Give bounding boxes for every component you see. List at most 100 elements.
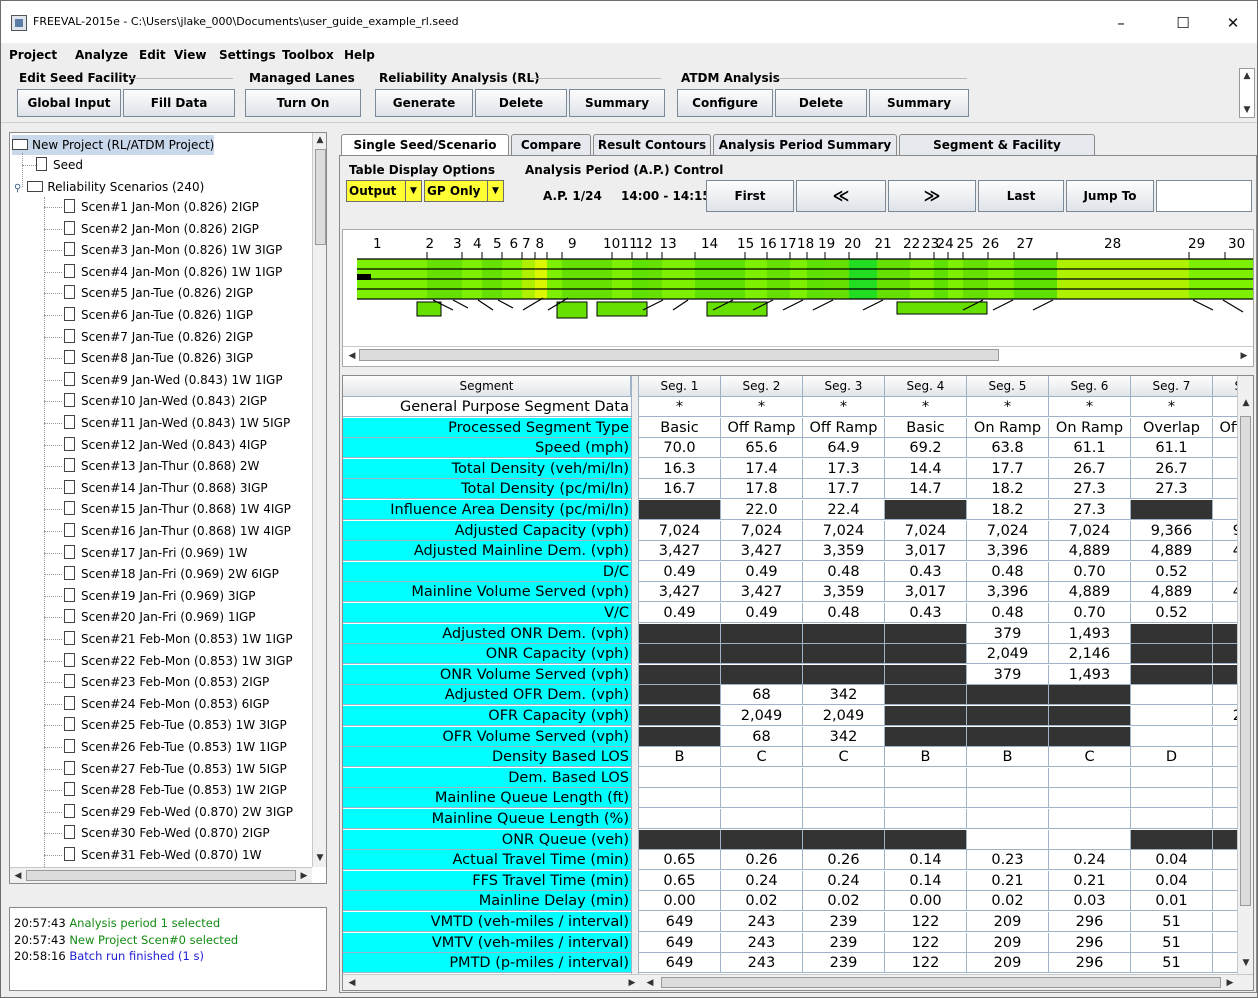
scroll-thumb[interactable] [26,870,296,881]
scroll-down-icon[interactable]: ▼ [1240,103,1254,117]
rl-delete-button[interactable]: Delete [475,89,567,117]
table-cell[interactable]: 61.1 [1131,438,1213,459]
table-cell[interactable]: 122 [885,912,967,932]
table-cell[interactable]: 17.7 [803,479,885,500]
table-cell[interactable] [1131,685,1213,706]
column-header[interactable]: Seg. 1 [639,376,721,397]
table-cell-na[interactable] [639,644,721,665]
scroll-thumb[interactable] [1240,416,1251,906]
table-cell[interactable]: * [967,397,1049,417]
tree-item-scenario[interactable]: Scen#28 Feb-Tue (0.853) 1W 2IGP [64,780,287,800]
table-cell-na[interactable] [639,829,721,850]
table-cell[interactable]: 7,024 [885,520,967,541]
table-cell[interactable]: 0.00 [639,891,721,912]
table-cell[interactable]: 3,427 [639,541,721,562]
table-cell[interactable]: 26.7 [1049,458,1131,479]
table-cell[interactable]: 0.02 [803,891,885,912]
tree-item-seed[interactable]: Seed [36,155,83,175]
table-cell[interactable]: 51 [1131,912,1213,932]
table-cell-na[interactable] [803,623,885,644]
table-cell-na[interactable] [803,829,885,850]
table-divider[interactable] [631,376,639,974]
tree-item-scenario[interactable]: Scen#26 Feb-Tue (0.853) 1W 1IGP [64,737,287,757]
table-cell[interactable]: 4,889 [1131,541,1213,562]
table-cell[interactable] [1049,788,1131,809]
minimize-button[interactable]: – [1101,9,1141,37]
table-cell-na[interactable] [885,829,967,850]
table-cell[interactable]: 0.03 [1049,891,1131,912]
previous-period-button[interactable]: ≪ [796,180,886,212]
table-cell-na[interactable] [1131,644,1213,665]
table-cell[interactable]: 342 [803,726,885,747]
menu-settings[interactable]: Settings [219,48,276,62]
scroll-right-icon[interactable]: ▶ [1223,976,1237,990]
table-cell[interactable]: Off Ramp [803,417,885,438]
table-vertical-scrollbar[interactable]: ▲ ▼ [1237,376,1253,974]
table-cell[interactable]: 0.14 [885,850,967,871]
scroll-down-icon[interactable]: ▼ [1239,956,1253,970]
table-cell[interactable] [803,809,885,829]
table-cell[interactable] [639,809,721,829]
table-cell-na[interactable] [967,706,1049,726]
table-cell[interactable]: 17.3 [803,458,885,479]
tab-compare[interactable]: Compare [511,134,591,156]
table-cell[interactable]: 0.02 [967,891,1049,912]
column-header[interactable]: Seg. 6 [1049,376,1131,397]
table-cell[interactable]: 2,049 [803,706,885,726]
table-cell[interactable]: 379 [967,664,1049,685]
table-cell[interactable]: 0.43 [885,603,967,623]
table-cell[interactable]: 3,427 [639,582,721,603]
table-cell[interactable]: 0.48 [967,603,1049,623]
table-cell[interactable]: 26.7 [1131,458,1213,479]
table-cell[interactable] [885,809,967,829]
table-cell[interactable] [967,788,1049,809]
table-cell[interactable]: 122 [885,932,967,953]
table-cell[interactable]: 209 [967,932,1049,953]
table-cell-na[interactable] [721,829,803,850]
generate-button[interactable]: Generate [375,89,473,117]
tree-item-reliability-scenarios[interactable]: ⚲ Reliability Scenarios (240) [14,177,204,197]
table-cell[interactable] [967,809,1049,829]
table-cell[interactable] [721,767,803,788]
table-cell[interactable]: 61.1 [1049,438,1131,459]
table-cell[interactable]: 649 [639,953,721,974]
table-cell[interactable] [1131,706,1213,726]
table-cell[interactable]: 18.2 [967,479,1049,500]
table-cell[interactable]: 379 [967,623,1049,644]
table-cell[interactable]: 3,017 [885,582,967,603]
table-cell-na[interactable] [639,500,721,520]
table-cell[interactable]: 0.26 [721,850,803,871]
table-cell[interactable]: 0.00 [885,891,967,912]
column-header[interactable]: Seg. 3 [803,376,885,397]
table-cell[interactable] [639,767,721,788]
table-cell[interactable]: 209 [967,953,1049,974]
table-cell-na[interactable] [803,664,885,685]
tree-item-scenario[interactable]: Scen#25 Feb-Tue (0.853) 1W 3IGP [64,715,287,735]
table-cell[interactable]: 209 [967,912,1049,932]
table-cell[interactable]: 7,024 [803,520,885,541]
table-cell[interactable]: On Ramp [967,417,1049,438]
table-cell[interactable]: Basic [639,417,721,438]
table-cell[interactable]: 3,359 [803,541,885,562]
table-cell[interactable]: D [1131,747,1213,768]
table-cell[interactable]: C [721,747,803,768]
table-cell[interactable]: 296 [1049,912,1131,932]
table-cell[interactable]: 0.70 [1049,603,1131,623]
tree-vertical-scrollbar[interactable]: ▲ ▼ [312,133,326,867]
table-horizontal-scrollbar[interactable]: ◀ ▶ ◀ ▶ [343,974,1253,990]
table-cell-na[interactable] [1131,623,1213,644]
table-cell-na[interactable] [885,664,967,685]
table-cell[interactable]: 27.3 [1049,479,1131,500]
table-cell[interactable]: 16.3 [639,458,721,479]
table-cell[interactable]: 17.4 [721,458,803,479]
table-cell[interactable]: 0.48 [803,603,885,623]
tree-item-scenario[interactable]: Scen#16 Jan-Thur (0.868) 1W 4IGP [64,521,291,541]
table-cell[interactable] [885,767,967,788]
table-cell[interactable]: C [803,747,885,768]
scroll-right-icon[interactable]: ▶ [297,869,311,883]
column-header[interactable]: Seg. 5 [967,376,1049,397]
jump-to-input[interactable] [1156,180,1252,212]
table-cell[interactable]: 3,427 [721,582,803,603]
tree-item-scenario[interactable]: Scen#20 Jan-Fri (0.969) 1IGP [64,607,256,627]
table-cell[interactable]: 0.49 [721,561,803,582]
